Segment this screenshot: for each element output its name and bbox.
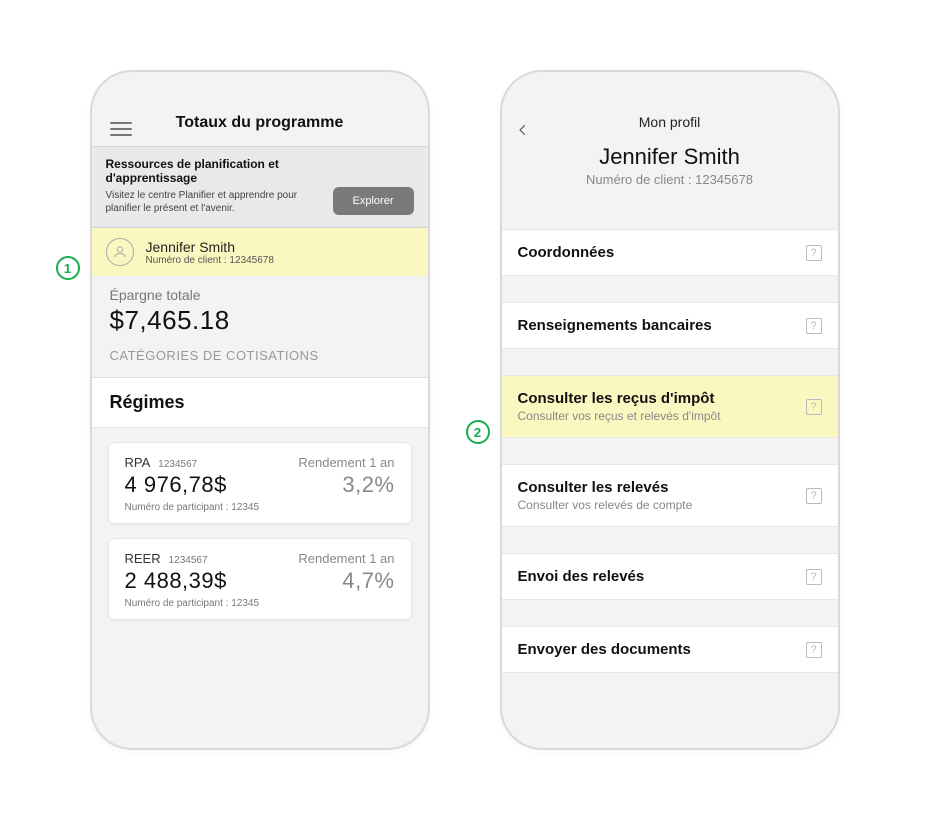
client-number: Numéro de client : 12345678 [146,255,274,266]
plan-id: 1234567 [169,555,208,566]
savings-amount: $7,465.18 [110,305,410,336]
row-title: Consulter les relevés [518,479,693,496]
row-subtitle: Consulter vos relevés de compte [518,498,693,512]
plan-amount: 2 488,39$ [125,568,260,594]
client-row[interactable]: Jennifer Smith Numéro de client : 123456… [92,228,428,277]
page-title: Mon profil [639,114,700,130]
return-label: Rendement 1 an [298,551,394,566]
plan-code: REER [125,551,161,566]
plan-id: 1234567 [158,459,197,470]
profile-number: Numéro de client : 12345678 [502,172,838,203]
callout-2: 2 [466,420,490,444]
help-icon[interactable]: ? [806,245,822,261]
callout-1: 1 [56,256,80,280]
return-value: 3,2% [298,472,394,498]
phone-frame-right: Mon profil Jennifer Smith Numéro de clie… [500,70,840,750]
profile-row[interactable]: Coordonnées ? [502,229,838,276]
row-gap [502,527,838,553]
row-gap [502,600,838,626]
help-icon[interactable]: ? [806,318,822,334]
app-header: Mon profil [502,72,838,140]
back-icon[interactable] [516,120,534,138]
phone-side-button [838,252,840,322]
row-title: Coordonnées [518,244,615,261]
regimes-heading: Régimes [92,377,428,428]
row-title: Envoi des relevés [518,568,645,585]
planning-banner: Ressources de planification et d'apprent… [92,146,428,228]
banner-subtext: Visitez le centre Planifier et apprendre… [106,189,323,215]
return-value: 4,7% [298,568,394,594]
plan-card[interactable]: RPA 1234567 4 976,78$ Numéro de particip… [108,442,412,524]
phone-frame-left: Totaux du programme Ressources de planif… [90,70,430,750]
profile-row[interactable]: Envoyer des documents ? [502,626,838,673]
hamburger-icon[interactable] [110,122,132,136]
row-title: Envoyer des documents [518,641,691,658]
row-title: Consulter les reçus d'impôt [518,390,721,407]
help-icon[interactable]: ? [806,642,822,658]
row-gap [502,349,838,375]
row-gap [502,203,838,229]
avatar-icon [106,238,134,266]
plan-code: RPA [125,455,151,470]
phone-side-button [428,252,430,322]
row-gap [502,438,838,464]
phone-right: 2 Mon profil Jennifer Smith Numéro de cl… [500,70,840,750]
row-title: Renseignements bancaires [518,317,712,334]
help-icon[interactable]: ? [806,488,822,504]
profile-row[interactable]: Consulter les reçus d'impôt Consulter vo… [502,375,838,438]
return-label: Rendement 1 an [298,455,394,470]
row-subtitle: Consulter vos reçus et relevés d'impôt [518,409,721,423]
profile-row[interactable]: Renseignements bancaires ? [502,302,838,349]
savings-block: Épargne totale $7,465.18 [92,277,428,342]
plan-card[interactable]: REER 1234567 2 488,39$ Numéro de partici… [108,538,412,620]
phone-left: 1 Totaux du programme Ressources de plan… [90,70,430,750]
profile-name: Jennifer Smith [502,144,838,170]
participant-number: Numéro de participant : 12345 [125,598,260,609]
row-gap [502,276,838,302]
categories-link[interactable]: CATÉGORIES DE COTISATIONS [92,342,428,377]
app-header: Totaux du programme [92,72,428,146]
page-title: Totaux du programme [176,114,344,132]
profile-row[interactable]: Consulter les relevés Consulter vos rele… [502,464,838,527]
help-icon[interactable]: ? [806,399,822,415]
participant-number: Numéro de participant : 12345 [125,502,260,513]
plan-amount: 4 976,78$ [125,472,260,498]
help-icon[interactable]: ? [806,569,822,585]
banner-heading: Ressources de planification et d'apprent… [106,157,323,185]
profile-row[interactable]: Envoi des relevés ? [502,553,838,600]
savings-label: Épargne totale [110,287,410,303]
client-name: Jennifer Smith [146,239,274,255]
explore-button[interactable]: Explorer [333,187,414,215]
